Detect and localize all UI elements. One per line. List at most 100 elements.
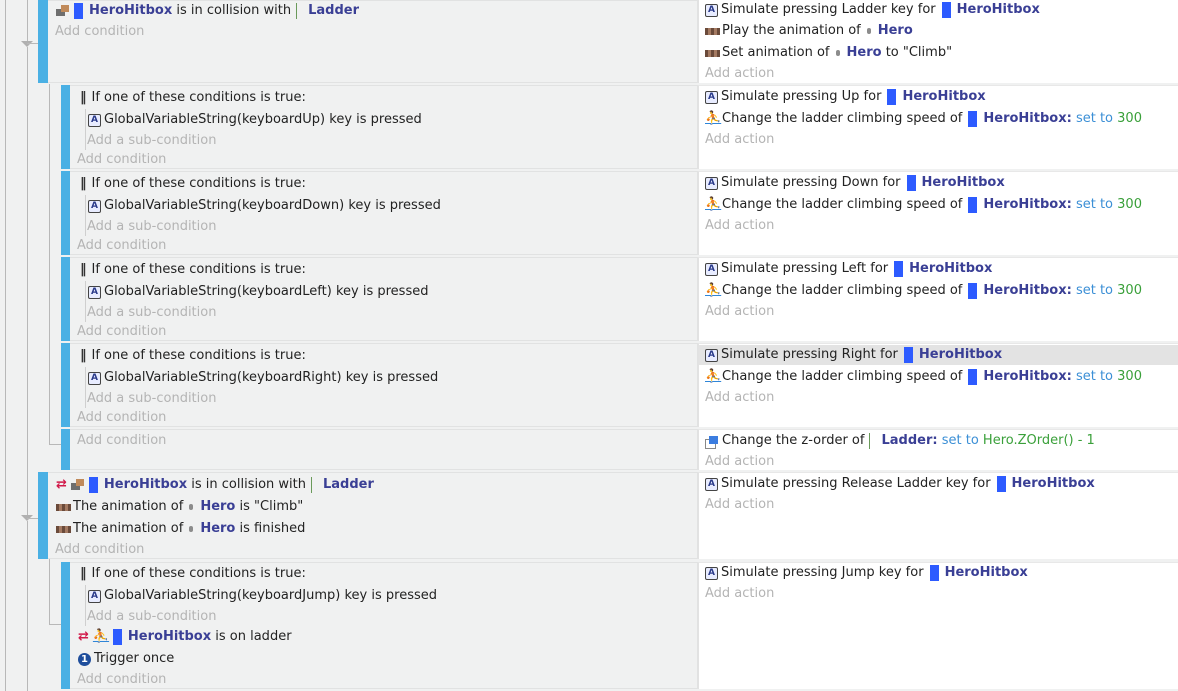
event-drag-handle[interactable] [61,429,70,470]
action-row[interactable]: A Simulate pressing Down for HeroHitbox [705,173,1005,193]
add-action-button[interactable]: Add action [705,495,774,515]
sub-event-jump[interactable]: ‖ If one of these conditions is true: A … [0,562,1178,689]
actions-panel[interactable]: A Simulate pressing Down for HeroHitbox … [698,171,1178,255]
add-action-button[interactable]: Add action [705,584,774,604]
add-sub-condition-button[interactable]: Add a sub-condition [87,303,216,323]
keyboard-a-icon: A [88,113,101,127]
condition-text: key is pressed [335,284,429,299]
event-drag-handle[interactable] [38,0,48,83]
sub-condition-row[interactable]: A GlobalVariableString(keyboardDown) key… [88,196,441,216]
sub-event-right[interactable]: ‖ If one of these conditions is true: A … [0,343,1178,427]
condition-row[interactable]: ⇄ HeroHitbox is in collision with Ladder [56,475,374,495]
sub-condition-row[interactable]: A GlobalVariableString(keyboardRight) ke… [88,368,438,388]
condition-text: is in collision with [176,3,292,18]
action-row[interactable]: ⛹ Change the ladder climbing speed of He… [705,195,1142,215]
add-action-button[interactable]: Add action [705,130,774,150]
action-text: Change the ladder climbing speed of [722,369,963,384]
add-condition-button[interactable]: Add condition [55,22,144,42]
conditions-panel[interactable]: ‖ If one of these conditions is true: A … [70,257,698,341]
conditions-panel[interactable]: ⇄ HeroHitbox is in collision with Ladder… [48,472,698,559]
conditions-panel[interactable]: ‖ If one of these conditions is true: A … [70,343,698,427]
action-text: Set animation of [722,45,830,60]
animation-icon [705,49,720,57]
action-row[interactable]: A Simulate pressing Left for HeroHitbox [705,259,992,279]
keyboard-a-icon: A [88,371,101,385]
or-header-text: If one of these conditions is true: [91,176,306,191]
sub-event-left[interactable]: ‖ If one of these conditions is true: A … [0,257,1178,341]
conditions-panel[interactable]: Add condition [70,429,698,470]
action-row[interactable]: A Simulate pressing Ladder key for HeroH… [705,0,1040,20]
or-condition-header[interactable]: ‖ If one of these conditions is true: [80,260,306,280]
conditions-panel[interactable]: ‖ If one of these conditions is true: A … [70,171,698,255]
key-expression: GlobalVariableString(keyboardUp) [104,112,326,127]
or-condition-header[interactable]: ‖ If one of these conditions is true: [80,346,306,366]
add-condition-button[interactable]: Add condition [77,408,166,428]
sub-conditions [85,281,86,322]
actions-panel[interactable]: A Simulate pressing Left for HeroHitbox … [698,257,1178,341]
action-row[interactable]: A Simulate pressing Jump key for HeroHit… [705,563,1028,583]
actions-panel[interactable]: A Simulate pressing Right for HeroHitbox… [698,343,1178,427]
actions-panel[interactable]: A Simulate pressing Release Ladder key f… [698,472,1178,559]
sub-condition-row[interactable]: A GlobalVariableString(keyboardJump) key… [88,586,437,606]
sub-condition-row[interactable]: A GlobalVariableString(keyboardLeft) key… [88,282,428,302]
event-drag-handle[interactable] [61,343,70,427]
actions-panel[interactable]: A Simulate pressing Jump key for HeroHit… [698,562,1178,689]
condition-row[interactable]: HeroHitbox is in collision with Ladder [56,1,359,21]
action-row[interactable]: ⛹ Change the ladder climbing speed of He… [705,281,1142,301]
add-sub-condition-button[interactable]: Add a sub-condition [87,217,216,237]
sub-event-up[interactable]: ‖ If one of these conditions is true: A … [0,85,1178,169]
add-action-button[interactable]: Add action [705,452,774,472]
add-sub-condition-button[interactable]: Add a sub-condition [87,389,216,409]
action-row[interactable]: Set animation of Hero to "Climb" [705,43,952,63]
add-condition-button[interactable]: Add condition [77,150,166,170]
sub-event-down[interactable]: ‖ If one of these conditions is true: A … [0,171,1178,255]
add-sub-condition-button[interactable]: Add a sub-condition [87,131,216,151]
action-row[interactable]: Change the z-order of Ladder: set to Her… [705,431,1095,451]
or-header-text: If one of these conditions is true: [91,348,306,363]
condition-row[interactable]: The animation of Hero is finished [56,519,305,539]
add-condition-button[interactable]: Add condition [55,540,144,560]
condition-row[interactable]: 1 Trigger once [78,649,174,669]
add-action-button[interactable]: Add action [705,302,774,322]
keyboard-a-icon: A [88,589,101,603]
add-condition-button[interactable]: Add condition [77,670,166,690]
conditions-panel[interactable]: ‖ If one of these conditions is true: A … [70,85,698,169]
event-1[interactable]: HeroHitbox is in collision with Ladder A… [0,0,1178,83]
or-condition-header[interactable]: ‖ If one of these conditions is true: [80,174,306,194]
add-condition-button[interactable]: Add condition [77,236,166,256]
actions-panel[interactable]: A Simulate pressing Ladder key for HeroH… [698,0,1178,83]
add-condition-button[interactable]: Add condition [77,322,166,342]
condition-row[interactable]: The animation of Hero is "Climb" [56,497,303,517]
action-row[interactable]: Play the animation of Hero [705,21,913,41]
condition-row[interactable]: ⇄ ⛹ HeroHitbox is on ladder [78,627,292,647]
action-row-hovered[interactable]: A Simulate pressing Right for HeroHitbox [699,345,1178,365]
sub-event-zorder[interactable]: Add condition Change the z-order of Ladd… [0,429,1178,470]
action-row[interactable]: A Simulate pressing Up for HeroHitbox [705,87,986,107]
or-condition-header[interactable]: ‖ If one of these conditions is true: [80,564,306,584]
or-header-text: If one of these conditions is true: [91,566,306,581]
add-sub-condition-button[interactable]: Add a sub-condition [87,607,216,627]
add-action-button[interactable]: Add action [705,388,774,408]
event-drag-handle[interactable] [61,562,70,689]
event-drag-handle[interactable] [61,171,70,255]
add-condition-button[interactable]: Add condition [77,431,166,451]
event-drag-handle[interactable] [38,472,48,559]
conditions-panel[interactable]: HeroHitbox is in collision with Ladder A… [48,0,698,83]
actions-panel[interactable]: A Simulate pressing Up for HeroHitbox ⛹ … [698,85,1178,169]
action-row[interactable]: ⛹ Change the ladder climbing speed of He… [705,367,1142,387]
object-name: HeroHitbox [983,111,1067,126]
action-row[interactable]: ⛹ Change the ladder climbing speed of He… [705,109,1142,129]
event-drag-handle[interactable] [61,257,70,341]
event-2[interactable]: ⇄ HeroHitbox is in collision with Ladder… [0,472,1178,559]
add-action-button[interactable]: Add action [705,216,774,236]
or-condition-header[interactable]: ‖ If one of these conditions is true: [80,88,306,108]
condition-text: The animation of [73,521,184,536]
sub-condition-row[interactable]: A GlobalVariableString(keyboardUp) key i… [88,110,422,130]
keyboard-a-icon: A [88,285,101,299]
event-drag-handle[interactable] [61,85,70,169]
action-row[interactable]: A Simulate pressing Release Ladder key f… [705,474,1095,494]
add-action-button[interactable]: Add action [705,64,774,84]
actions-panel[interactable]: Change the z-order of Ladder: set to Her… [698,429,1178,470]
conditions-panel[interactable]: ‖ If one of these conditions is true: A … [70,562,698,689]
object-name: Ladder [308,3,359,18]
